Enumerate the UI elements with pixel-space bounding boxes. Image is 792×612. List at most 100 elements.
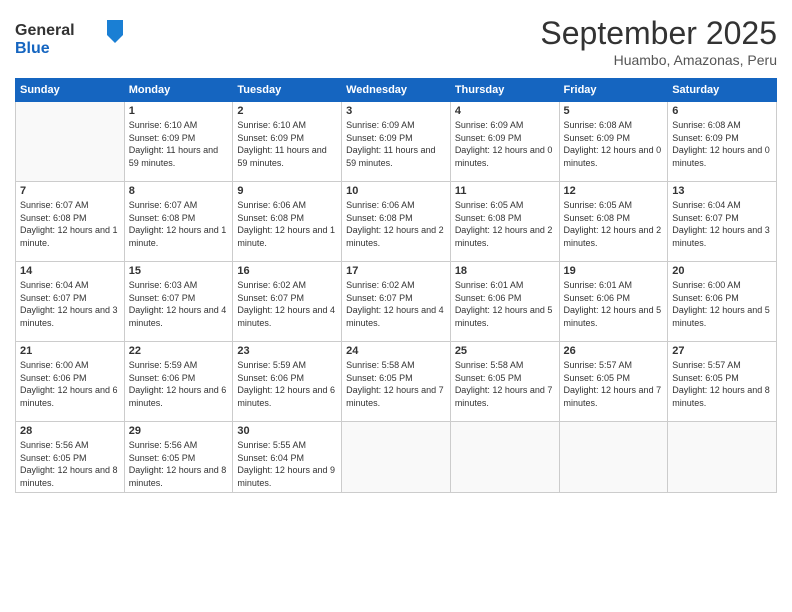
calendar-cell: 13 Sunrise: 6:04 AM Sunset: 6:07 PM Dayli…: [668, 182, 777, 262]
day-number: 13: [672, 185, 772, 197]
calendar-cell: 3 Sunrise: 6:09 AM Sunset: 6:09 PM Daylig…: [342, 102, 451, 182]
calendar-table: SundayMondayTuesdayWednesdayThursdayFrid…: [15, 78, 777, 493]
weekday-header-row: SundayMondayTuesdayWednesdayThursdayFrid…: [16, 79, 777, 102]
weekday-header-wednesday: Wednesday: [342, 79, 451, 102]
day-number: 3: [346, 105, 446, 117]
day-number: 17: [346, 265, 446, 277]
calendar-cell: 11 Sunrise: 6:05 AM Sunset: 6:08 PM Dayli…: [450, 182, 559, 262]
day-number: 7: [20, 185, 120, 197]
day-info: Sunrise: 5:56 AM Sunset: 6:05 PM Dayligh…: [20, 439, 120, 489]
calendar-cell: [559, 422, 668, 493]
calendar-cell: 2 Sunrise: 6:10 AM Sunset: 6:09 PM Daylig…: [233, 102, 342, 182]
calendar-cell: 25 Sunrise: 5:58 AM Sunset: 6:05 PM Dayli…: [450, 342, 559, 422]
day-info: Sunrise: 6:09 AM Sunset: 6:09 PM Dayligh…: [455, 119, 555, 169]
day-number: 23: [237, 345, 337, 357]
calendar-cell: 18 Sunrise: 6:01 AM Sunset: 6:06 PM Dayli…: [450, 262, 559, 342]
calendar-cell: 14 Sunrise: 6:04 AM Sunset: 6:07 PM Dayli…: [16, 262, 125, 342]
day-info: Sunrise: 6:04 AM Sunset: 6:07 PM Dayligh…: [20, 279, 120, 329]
svg-text:General: General: [15, 22, 75, 39]
weekday-header-saturday: Saturday: [668, 79, 777, 102]
day-info: Sunrise: 6:03 AM Sunset: 6:07 PM Dayligh…: [129, 279, 229, 329]
logo-text: General Blue: [15, 15, 125, 65]
calendar-cell: 1 Sunrise: 6:10 AM Sunset: 6:09 PM Daylig…: [124, 102, 233, 182]
day-number: 24: [346, 345, 446, 357]
calendar-cell: [450, 422, 559, 493]
day-number: 21: [20, 345, 120, 357]
calendar-cell: 15Sunrise: 6:03 AM Sunset: 6:07 PM Dayli…: [124, 262, 233, 342]
week-row-5: 28 Sunrise: 5:56 AM Sunset: 6:05 PM Dayli…: [16, 422, 777, 493]
day-number: 9: [237, 185, 337, 197]
day-info: Sunrise: 6:02 AM Sunset: 6:07 PM Dayligh…: [346, 279, 446, 329]
calendar-cell: 12Sunrise: 6:05 AM Sunset: 6:08 PM Dayli…: [559, 182, 668, 262]
day-info: Sunrise: 6:05 AM Sunset: 6:08 PM Dayligh…: [455, 199, 555, 249]
day-info: Sunrise: 5:55 AM Sunset: 6:04 PM Dayligh…: [237, 439, 337, 489]
day-info: Sunrise: 6:00 AM Sunset: 6:06 PM Dayligh…: [20, 359, 120, 409]
day-info: Sunrise: 6:02 AM Sunset: 6:07 PM Dayligh…: [237, 279, 337, 329]
header: General Blue September 2025 Huambo, Amaz…: [15, 15, 777, 68]
day-info: Sunrise: 6:00 AM Sunset: 6:06 PM Dayligh…: [672, 279, 772, 329]
location-subtitle: Huambo, Amazonas, Peru: [540, 52, 777, 68]
day-info: Sunrise: 6:08 AM Sunset: 6:09 PM Dayligh…: [672, 119, 772, 169]
day-info: Sunrise: 6:09 AM Sunset: 6:09 PM Dayligh…: [346, 119, 446, 169]
day-number: 1: [129, 105, 229, 117]
calendar-cell: 6 Sunrise: 6:08 AM Sunset: 6:09 PM Daylig…: [668, 102, 777, 182]
day-number: 18: [455, 265, 555, 277]
day-info: Sunrise: 6:06 AM Sunset: 6:08 PM Dayligh…: [237, 199, 337, 249]
calendar-cell: 9 Sunrise: 6:06 AM Sunset: 6:08 PM Daylig…: [233, 182, 342, 262]
month-title: September 2025: [540, 15, 777, 52]
week-row-4: 21 Sunrise: 6:00 AM Sunset: 6:06 PM Dayli…: [16, 342, 777, 422]
calendar-cell: 7 Sunrise: 6:07 AM Sunset: 6:08 PM Daylig…: [16, 182, 125, 262]
day-number: 14: [20, 265, 120, 277]
day-info: Sunrise: 5:57 AM Sunset: 6:05 PM Dayligh…: [672, 359, 772, 409]
day-number: 29: [129, 425, 229, 437]
calendar-cell: 4Sunrise: 6:09 AM Sunset: 6:09 PM Daylig…: [450, 102, 559, 182]
weekday-header-thursday: Thursday: [450, 79, 559, 102]
day-info: Sunrise: 5:56 AM Sunset: 6:05 PM Dayligh…: [129, 439, 229, 489]
calendar-cell: [342, 422, 451, 493]
day-info: Sunrise: 6:06 AM Sunset: 6:08 PM Dayligh…: [346, 199, 446, 249]
day-number: 25: [455, 345, 555, 357]
calendar-cell: 10 Sunrise: 6:06 AM Sunset: 6:08 PM Dayli…: [342, 182, 451, 262]
day-info: Sunrise: 6:04 AM Sunset: 6:07 PM Dayligh…: [672, 199, 772, 249]
calendar-cell: 8Sunrise: 6:07 AM Sunset: 6:08 PM Daylig…: [124, 182, 233, 262]
weekday-header-tuesday: Tuesday: [233, 79, 342, 102]
day-number: 6: [672, 105, 772, 117]
calendar-cell: 19 Sunrise: 6:01 AM Sunset: 6:06 PM Dayli…: [559, 262, 668, 342]
day-info: Sunrise: 5:58 AM Sunset: 6:05 PM Dayligh…: [455, 359, 555, 409]
day-info: Sunrise: 6:10 AM Sunset: 6:09 PM Dayligh…: [237, 119, 337, 169]
day-number: 27: [672, 345, 772, 357]
calendar-cell: [16, 102, 125, 182]
day-number: 2: [237, 105, 337, 117]
day-number: 12: [564, 185, 664, 197]
calendar-cell: 17 Sunrise: 6:02 AM Sunset: 6:07 PM Dayli…: [342, 262, 451, 342]
day-info: Sunrise: 6:10 AM Sunset: 6:09 PM Dayligh…: [129, 119, 229, 169]
calendar-cell: 26 Sunrise: 5:57 AM Sunset: 6:05 PM Dayli…: [559, 342, 668, 422]
page: General Blue September 2025 Huambo, Amaz…: [0, 0, 792, 612]
day-number: 8: [129, 185, 229, 197]
day-number: 5: [564, 105, 664, 117]
calendar-cell: 20 Sunrise: 6:00 AM Sunset: 6:06 PM Dayli…: [668, 262, 777, 342]
day-info: Sunrise: 5:59 AM Sunset: 6:06 PM Dayligh…: [237, 359, 337, 409]
day-number: 10: [346, 185, 446, 197]
day-number: 26: [564, 345, 664, 357]
day-number: 28: [20, 425, 120, 437]
week-row-2: 7 Sunrise: 6:07 AM Sunset: 6:08 PM Daylig…: [16, 182, 777, 262]
calendar-cell: 30 Sunrise: 5:55 AM Sunset: 6:04 PM Dayli…: [233, 422, 342, 493]
day-number: 16: [237, 265, 337, 277]
day-number: 11: [455, 185, 555, 197]
weekday-header-monday: Monday: [124, 79, 233, 102]
logo: General Blue: [15, 15, 125, 65]
calendar-cell: [668, 422, 777, 493]
day-info: Sunrise: 6:01 AM Sunset: 6:06 PM Dayligh…: [455, 279, 555, 329]
day-info: Sunrise: 5:58 AM Sunset: 6:05 PM Dayligh…: [346, 359, 446, 409]
svg-text:Blue: Blue: [15, 40, 50, 57]
day-number: 30: [237, 425, 337, 437]
day-info: Sunrise: 6:01 AM Sunset: 6:06 PM Dayligh…: [564, 279, 664, 329]
day-number: 19: [564, 265, 664, 277]
calendar-cell: 29 Sunrise: 5:56 AM Sunset: 6:05 PM Dayli…: [124, 422, 233, 493]
calendar-cell: 21 Sunrise: 6:00 AM Sunset: 6:06 PM Dayli…: [16, 342, 125, 422]
day-info: Sunrise: 5:57 AM Sunset: 6:05 PM Dayligh…: [564, 359, 664, 409]
day-info: Sunrise: 6:07 AM Sunset: 6:08 PM Dayligh…: [20, 199, 120, 249]
week-row-1: 1 Sunrise: 6:10 AM Sunset: 6:09 PM Daylig…: [16, 102, 777, 182]
day-number: 20: [672, 265, 772, 277]
